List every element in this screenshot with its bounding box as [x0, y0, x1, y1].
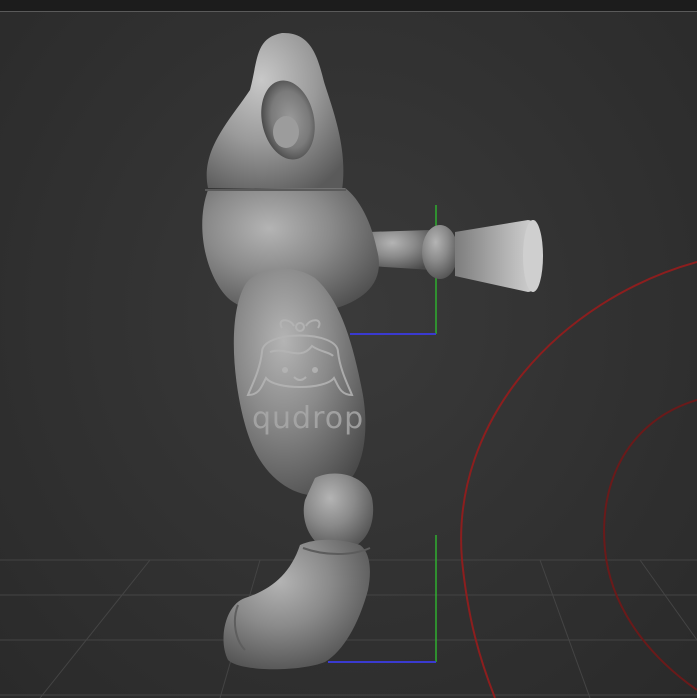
3d-viewport[interactable]: qudrop: [0, 0, 697, 698]
arm-joint: [422, 225, 458, 279]
viewport-scene: qudrop: [0, 32, 697, 698]
boot: [223, 539, 370, 670]
knee-joint: [303, 473, 374, 551]
sculpted-figure: [202, 32, 543, 670]
rotation-ring: [460, 261, 697, 698]
watermark-text: qudrop: [252, 401, 364, 436]
